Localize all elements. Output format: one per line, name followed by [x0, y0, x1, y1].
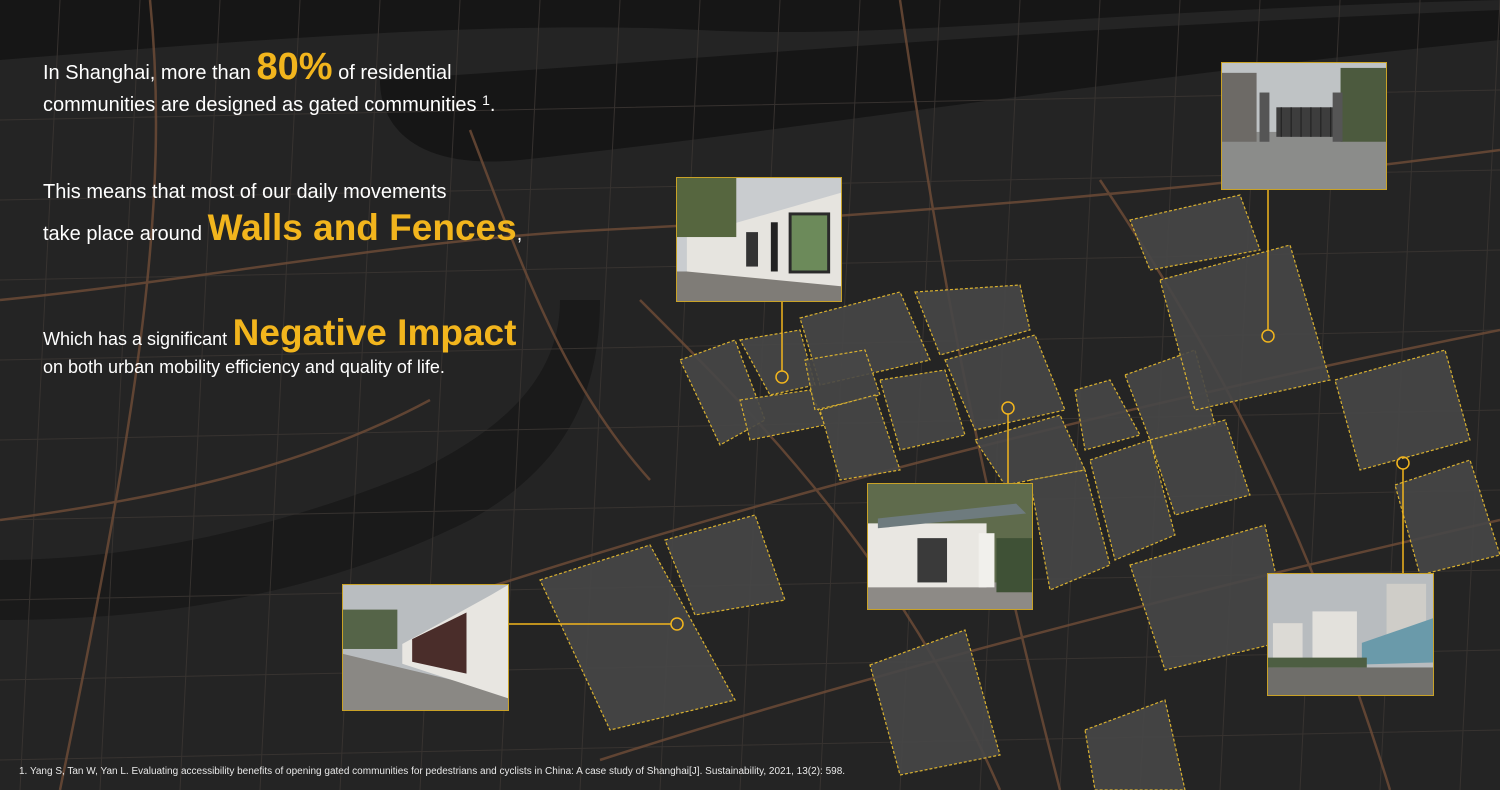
citation-footnote: 1. Yang S, Tan W, Yan L. Evaluating acce…	[19, 766, 846, 777]
headline-suffix: of residential	[338, 62, 452, 84]
wall-mural-photo	[676, 177, 842, 302]
headline-period: .	[489, 93, 496, 116]
impact-line-2: on both urban mobility efficiency and qu…	[43, 357, 445, 378]
headline-line-2-text: communities are designed as gated commun…	[43, 93, 477, 116]
impact-block: Which has a significant Negative Impact …	[43, 310, 516, 379]
walls-fences-highlight: Walls and Fences	[207, 207, 517, 248]
apartment-fence-photo	[1267, 573, 1434, 696]
courtyard-gate-photo	[867, 483, 1033, 610]
headline-block: In Shanghai, more than 80% of residentia…	[43, 44, 495, 118]
movement-line-1: This means that most of our daily moveme…	[43, 181, 447, 203]
gate-entrance-photo	[1221, 62, 1387, 190]
fence-banner-photo	[342, 584, 509, 711]
movement-line-2: take place around Walls and Fences,	[43, 205, 522, 251]
negative-impact-highlight: Negative Impact	[232, 312, 517, 353]
movement-comma: ,	[516, 223, 523, 245]
headline-prefix: In Shanghai, more than	[43, 62, 251, 84]
footnote-marker: 1	[482, 91, 490, 108]
impact-prefix: Which has a significant	[43, 329, 228, 349]
headline-line-1: In Shanghai, more than 80% of residentia…	[43, 44, 495, 92]
movement-prefix: take place around	[43, 223, 203, 245]
stat-80-percent: 80%	[256, 46, 333, 88]
headline-line-2: communities are designed as gated commun…	[43, 92, 495, 118]
impact-line-1: Which has a significant Negative Impact	[43, 310, 516, 356]
movement-block: This means that most of our daily moveme…	[43, 180, 522, 251]
